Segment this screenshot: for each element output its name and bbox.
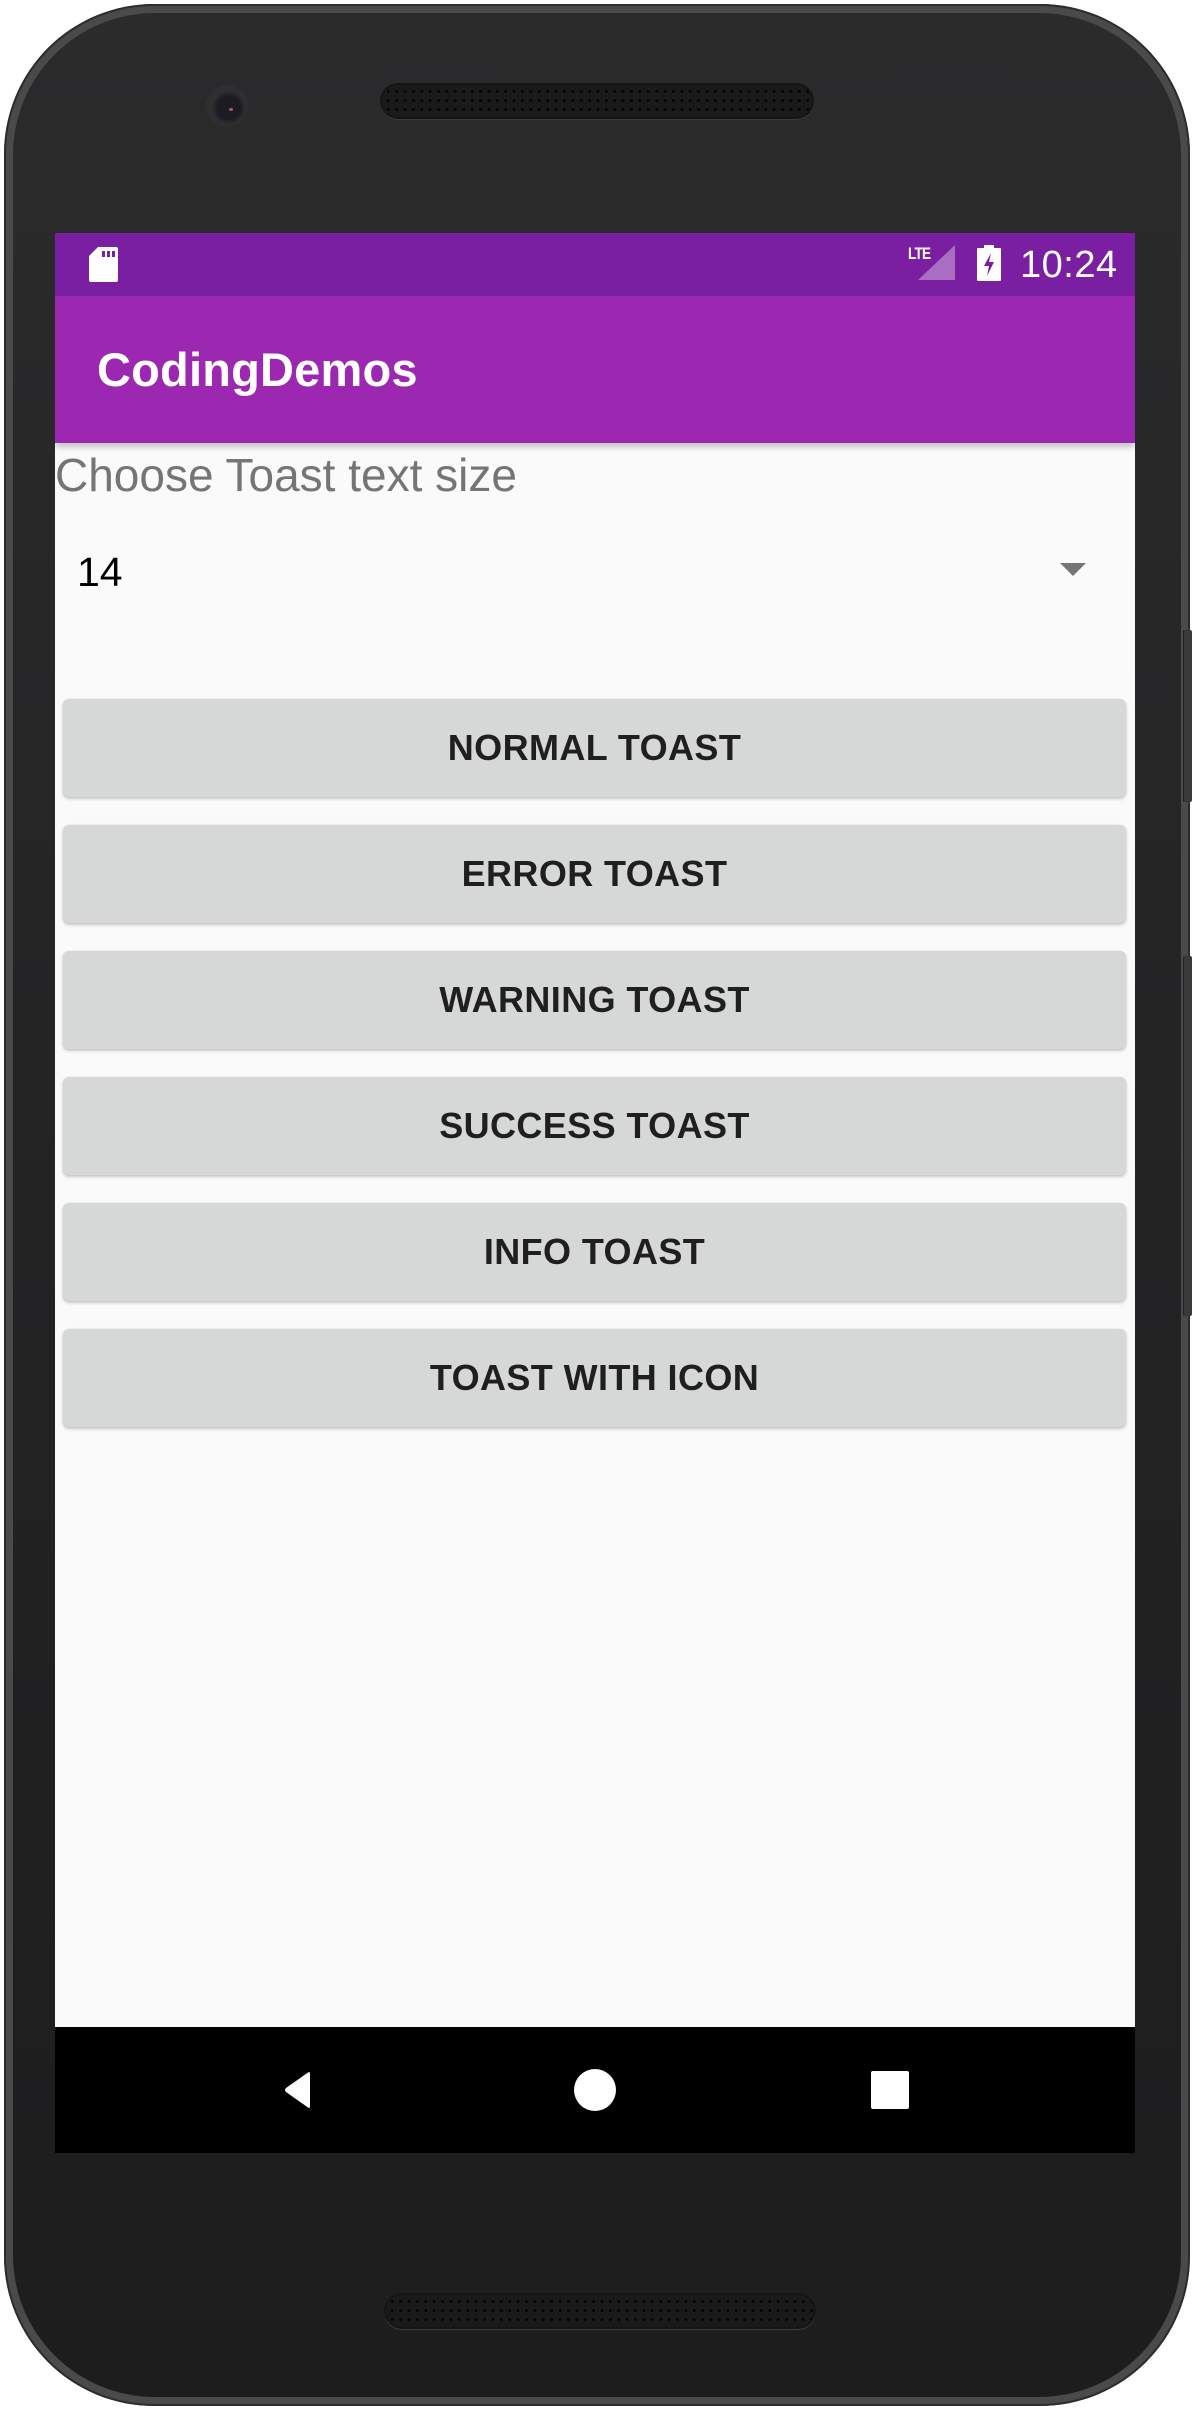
home-button[interactable] (565, 2060, 625, 2120)
signal-icon (918, 245, 955, 280)
home-icon (574, 2069, 616, 2111)
power-button (1183, 630, 1192, 802)
dropdown-arrow-icon (1060, 563, 1086, 576)
text-size-spinner[interactable]: 14 (55, 513, 1135, 633)
spinner-label: Choose Toast text size (55, 449, 517, 501)
device-screen: LTE 10:24 CodingDemos Choose Toast text … (55, 233, 1135, 2153)
recents-button[interactable] (860, 2060, 920, 2120)
spinner-selected-value: 14 (77, 549, 123, 595)
toast-with-icon-button[interactable]: TOAST WITH ICON (63, 1329, 1126, 1427)
warning-toast-button[interactable]: WARNING TOAST (63, 951, 1126, 1049)
volume-rocker (1183, 956, 1192, 1316)
earpiece-speaker (380, 83, 814, 119)
success-toast-button[interactable]: SUCCESS TOAST (63, 1077, 1126, 1175)
back-icon (285, 2072, 310, 2108)
app-title: CodingDemos (97, 343, 418, 396)
bottom-speaker (384, 2293, 816, 2329)
info-toast-button[interactable]: INFO TOAST (63, 1203, 1126, 1301)
app-toolbar: CodingDemos (55, 296, 1135, 443)
sd-card-icon (89, 247, 118, 282)
normal-toast-button[interactable]: NORMAL TOAST (63, 699, 1126, 797)
navigation-bar (55, 2027, 1135, 2153)
network-indicator: LTE (908, 243, 956, 285)
status-bar: LTE 10:24 (55, 233, 1135, 296)
back-button[interactable] (267, 2060, 327, 2120)
battery-charging-icon (977, 245, 1001, 281)
recents-icon (871, 2071, 909, 2109)
front-camera (209, 88, 245, 124)
status-time: 10:24 (1020, 244, 1118, 286)
error-toast-button[interactable]: ERROR TOAST (63, 825, 1126, 923)
